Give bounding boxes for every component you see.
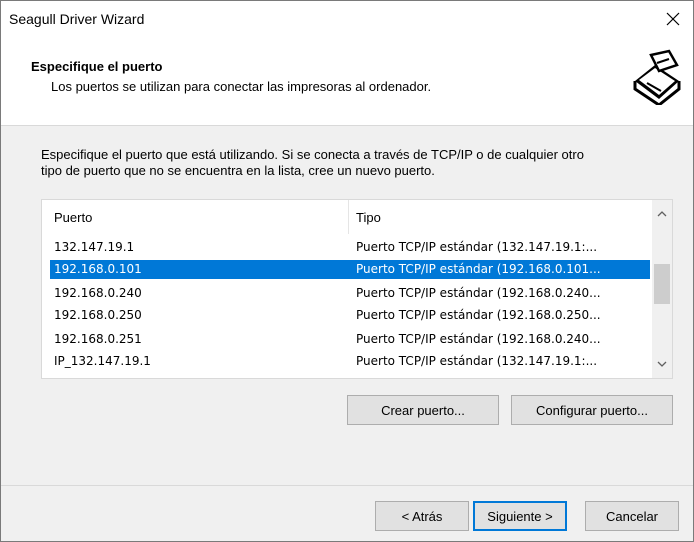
port-type: Puerto TCP/IP estándar (132.147.19.1:... <box>356 240 598 254</box>
list-item[interactable]: 192.168.0.250 Puerto TCP/IP estándar (19… <box>50 306 650 325</box>
port-name: 192.168.0.101 <box>54 262 142 276</box>
window-title: Seagull Driver Wizard <box>9 11 145 27</box>
printer-icon <box>629 47 685 105</box>
list-item[interactable]: 132.147.19.1 Puerto TCP/IP estándar (132… <box>50 238 650 257</box>
wizard-window: Seagull Driver Wizard Especifique el pue… <box>0 0 694 542</box>
wizard-header: Especifique el puerto Los puertos se uti… <box>1 37 693 126</box>
port-name: IP_132.147.19.1 <box>54 354 151 368</box>
chevron-up-icon <box>657 211 667 217</box>
page-subtitle: Los puertos se utilizan para conectar la… <box>51 79 432 94</box>
ports-list-header: Puerto Tipo <box>42 200 650 234</box>
scroll-up-button[interactable] <box>652 204 672 224</box>
port-type: Puerto TCP/IP estándar (192.168.0.250... <box>356 308 601 322</box>
scroll-down-button[interactable] <box>652 354 672 374</box>
configure-port-button[interactable]: Configurar puerto... <box>511 395 673 425</box>
next-button[interactable]: Siguiente > <box>473 501 567 531</box>
ports-scrollbar[interactable] <box>652 200 672 378</box>
list-item[interactable]: 192.168.0.251 Puerto TCP/IP estándar (19… <box>50 330 650 349</box>
port-type: Puerto TCP/IP estándar (132.147.19.1:... <box>356 354 598 368</box>
port-type: Puerto TCP/IP estándar (192.168.0.240... <box>356 332 601 346</box>
close-button[interactable] <box>653 1 693 37</box>
list-item-selected[interactable]: 192.168.0.101 Puerto TCP/IP estándar (19… <box>50 260 650 279</box>
list-item[interactable]: IP_132.147.19.1 Puerto TCP/IP estándar (… <box>50 352 650 371</box>
instructions-line-1: Especifique el puerto que está utilizand… <box>41 147 584 162</box>
column-divider[interactable] <box>348 200 349 234</box>
back-button[interactable]: < Atrás <box>375 501 469 531</box>
column-header-type[interactable]: Tipo <box>356 210 381 225</box>
port-name: 132.147.19.1 <box>54 240 135 254</box>
port-type: Puerto TCP/IP estándar (192.168.0.240... <box>356 286 601 300</box>
list-item[interactable]: 192.168.0.240 Puerto TCP/IP estándar (19… <box>50 284 650 303</box>
page-title: Especifique el puerto <box>31 59 163 74</box>
create-port-button[interactable]: Crear puerto... <box>347 395 499 425</box>
instructions-line-2: tipo de puerto que no se encuentra en la… <box>41 163 435 178</box>
column-header-port[interactable]: Puerto <box>54 210 92 225</box>
scroll-thumb[interactable] <box>654 264 670 304</box>
port-name: 192.168.0.250 <box>54 308 142 322</box>
port-type: Puerto TCP/IP estándar (192.168.0.101... <box>356 262 601 276</box>
port-name: 192.168.0.251 <box>54 332 142 346</box>
cancel-button[interactable]: Cancelar <box>585 501 679 531</box>
title-bar: Seagull Driver Wizard <box>1 1 693 37</box>
close-icon <box>666 12 680 26</box>
footer-divider <box>1 485 693 486</box>
instructions-text: Especifique el puerto que está utilizand… <box>41 147 681 179</box>
ports-list[interactable]: Puerto Tipo 132.147.19.1 Puerto TCP/IP e… <box>41 199 673 379</box>
chevron-down-icon <box>657 361 667 367</box>
port-name: 192.168.0.240 <box>54 286 142 300</box>
